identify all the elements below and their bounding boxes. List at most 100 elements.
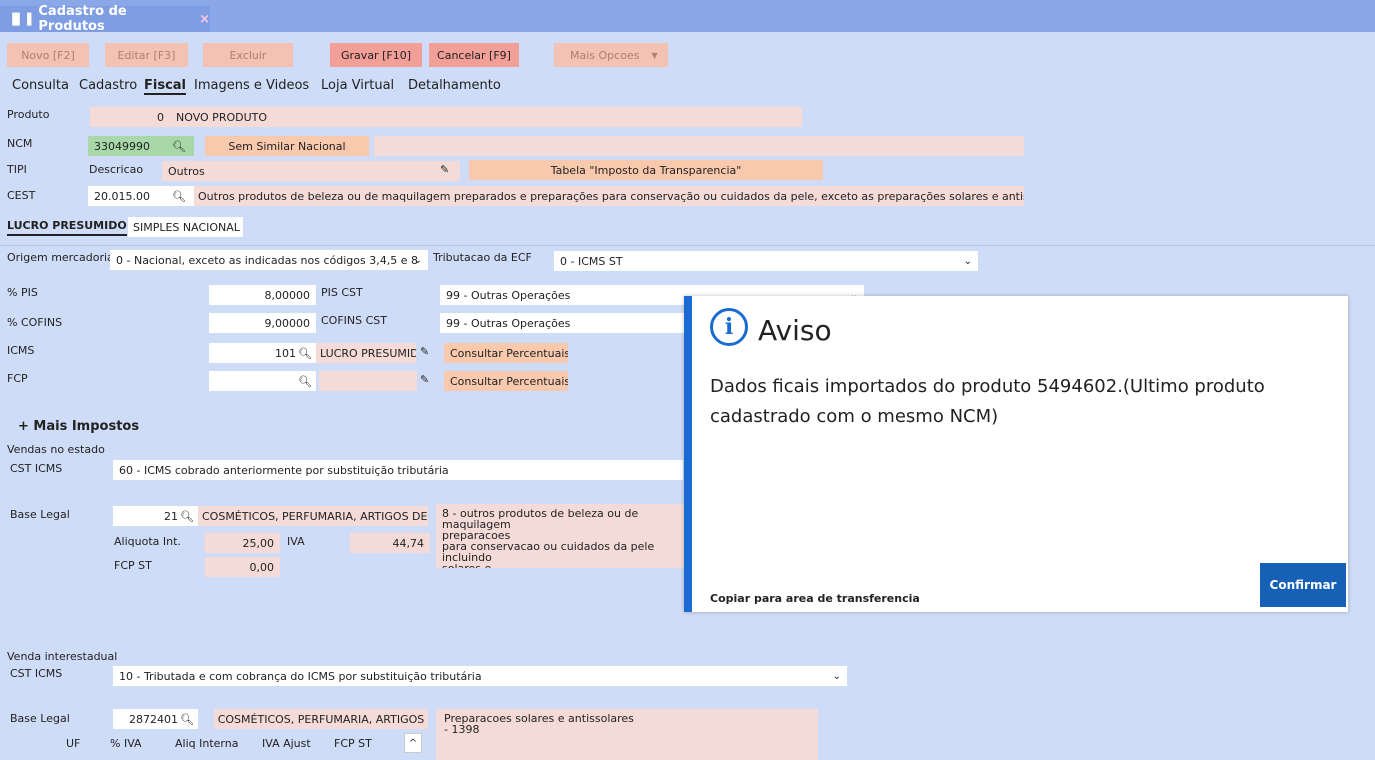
confirm-button[interactable]: Confirmar bbox=[1260, 563, 1346, 607]
search-icon[interactable]: 🔍︎ bbox=[298, 347, 312, 360]
iva-label: IVA bbox=[287, 535, 305, 548]
subtab-simples-nacional[interactable]: SIMPLES NACIONAL bbox=[128, 217, 243, 237]
chart-icon: ▐▌▐ bbox=[8, 12, 31, 26]
novo-button[interactable]: Novo [F2] bbox=[7, 43, 89, 67]
col-uf[interactable]: UF bbox=[66, 737, 80, 750]
excluir-button[interactable]: Excluir bbox=[203, 43, 293, 67]
aliq-field: 25,00 bbox=[205, 533, 280, 553]
chevron-down-icon: ⌄ bbox=[413, 254, 422, 266]
vendas-base-text: 8 - outros produtos de beleza ou de maqu… bbox=[436, 504, 684, 568]
pencil-icon[interactable]: ✎ bbox=[420, 345, 429, 358]
dialog-title: Aviso bbox=[758, 314, 832, 347]
mais-opcoes-button[interactable]: Mais Opcoes ▼ bbox=[554, 43, 668, 67]
chevron-down-icon: ⌄ bbox=[832, 670, 841, 682]
pis-label: % PIS bbox=[7, 286, 38, 299]
vendas-cst-select[interactable]: 60 - ICMS cobrado anteriormente por subs… bbox=[113, 460, 683, 480]
pis-cst-label: PIS CST bbox=[321, 286, 363, 299]
tab-imagens[interactable]: Imagens e Videos bbox=[194, 78, 309, 93]
info-icon: i bbox=[710, 308, 748, 346]
copy-link[interactable]: Copiar para area de transferencia bbox=[710, 592, 920, 605]
aliq-label: Aliquota Int. bbox=[114, 535, 181, 548]
venda-inter-heading: Venda interestadual bbox=[7, 650, 118, 663]
mais-opcoes-label: Mais Opcoes bbox=[570, 48, 640, 62]
tabela-imposto-button[interactable]: Tabela "Imposto da Transparencia" bbox=[469, 160, 823, 180]
chevron-down-icon: ▼ bbox=[651, 50, 658, 60]
origem-select[interactable]: 0 - Nacional, exceto as indicadas nos có… bbox=[110, 250, 428, 270]
cofins-label: % COFINS bbox=[7, 316, 63, 329]
ncm-extra-field[interactable] bbox=[374, 136, 1024, 156]
fcp-consultar-button[interactable]: Consultar Percentuais bbox=[444, 371, 568, 391]
cancelar-button[interactable]: Cancelar [F9] bbox=[429, 43, 519, 67]
dialog-message: Dados ficais importados do produto 54946… bbox=[710, 376, 1265, 427]
produto-label: Produto bbox=[7, 108, 50, 121]
tipi-desc-field[interactable]: Outros bbox=[162, 161, 460, 181]
cest-desc-field: Outros produtos de beleza ou de maquilag… bbox=[194, 186, 1024, 206]
editar-button[interactable]: Editar [F3] bbox=[105, 43, 188, 67]
ncm-input[interactable]: 33049990 🔍︎ bbox=[88, 136, 194, 156]
search-icon[interactable]: 🔍︎ bbox=[180, 510, 194, 523]
ncm-value: 33049990 bbox=[94, 139, 150, 153]
gravar-button[interactable]: Gravar [F10] bbox=[330, 43, 422, 67]
subtab-lucro-presumido[interactable]: LUCRO PRESUMIDO bbox=[7, 219, 127, 236]
mais-impostos-toggle[interactable]: + Mais Impostos bbox=[18, 419, 139, 434]
cest-input[interactable]: 20.015.00 🔍︎ bbox=[88, 186, 194, 206]
ncm-label: NCM bbox=[7, 137, 33, 150]
search-icon[interactable]: 🔍︎ bbox=[180, 713, 194, 726]
tab-consulta[interactable]: Consulta bbox=[12, 78, 69, 93]
tipi-desc-label: Descricao bbox=[89, 163, 144, 176]
col-aliq-interna[interactable]: Aliq Interna bbox=[175, 737, 238, 750]
vendas-base-input[interactable]: 21 🔍︎ bbox=[113, 506, 198, 526]
divider bbox=[0, 245, 1375, 246]
inter-base-desc: COSMÉTICOS, PERFUMARIA, ARTIGOS bbox=[214, 709, 428, 729]
fcp-label: FCP bbox=[7, 372, 28, 385]
vendas-estado-heading: Vendas no estado bbox=[7, 443, 105, 456]
cest-value: 20.015.00 bbox=[94, 189, 150, 203]
inter-cst-select[interactable]: 10 - Tributada e com cobrança do ICMS po… bbox=[113, 666, 847, 686]
col-iva[interactable]: % IVA bbox=[110, 737, 142, 750]
fcp-input[interactable]: 🔍︎ bbox=[209, 371, 316, 391]
cofins-cst-label: COFINS CST bbox=[321, 314, 387, 327]
search-icon[interactable]: 🔍︎ bbox=[172, 190, 186, 203]
pis-input[interactable]: 8,00000 bbox=[209, 285, 316, 305]
pis-cst-value: 99 - Outras Operações bbox=[446, 288, 571, 302]
window-title: Cadastro de Produtos bbox=[38, 4, 127, 34]
origem-value: 0 - Nacional, exceto as indicadas nos có… bbox=[116, 253, 418, 267]
cofins-input[interactable]: 9,00000 bbox=[209, 313, 316, 333]
tipi-label: TIPI bbox=[7, 163, 27, 176]
vendas-base-code: 21 bbox=[164, 509, 178, 523]
ecf-value: 0 - ICMS ST bbox=[560, 254, 623, 268]
fcpst-field: 0,00 bbox=[205, 557, 280, 577]
pencil-icon[interactable]: ✎ bbox=[420, 373, 429, 386]
inter-base-text: Preparacoes solares e antissolares - 139… bbox=[436, 709, 818, 760]
pencil-icon[interactable]: ✎ bbox=[440, 163, 449, 176]
close-icon[interactable]: × bbox=[199, 12, 210, 27]
icms-desc: LUCRO PRESUMIDO bbox=[316, 343, 416, 363]
inter-base-label: Base Legal bbox=[10, 712, 70, 725]
produto-name[interactable]: NOVO PRODUTO bbox=[170, 107, 802, 127]
scroll-up-button[interactable]: ^ bbox=[404, 733, 422, 753]
icms-consultar-button[interactable]: Consultar Percentuais bbox=[444, 343, 568, 363]
icms-input[interactable]: 101 🔍︎ bbox=[209, 343, 316, 363]
inter-cst-value: 10 - Tributada e com cobrança do ICMS po… bbox=[119, 669, 482, 683]
search-icon[interactable]: 🔍︎ bbox=[172, 140, 186, 153]
tab-fiscal[interactable]: Fiscal bbox=[144, 78, 187, 95]
produto-code: 0 bbox=[90, 107, 170, 127]
window-tab[interactable]: ▐▌▐ Cadastro de Produtos × bbox=[0, 4, 210, 34]
inter-base-input[interactable]: 2872401 🔍︎ bbox=[113, 709, 198, 729]
tab-cadastro[interactable]: Cadastro bbox=[79, 78, 137, 93]
inter-base-code: 2872401 bbox=[129, 712, 178, 726]
ecf-select[interactable]: 0 - ICMS ST ⌄ bbox=[554, 251, 978, 271]
ecf-label: Tributacao da ECF bbox=[433, 251, 532, 264]
fcp-desc bbox=[319, 371, 417, 391]
search-icon[interactable]: 🔍︎ bbox=[298, 375, 312, 388]
sem-similar-button[interactable]: Sem Similar Nacional bbox=[205, 136, 369, 156]
tab-loja-virtual[interactable]: Loja Virtual bbox=[321, 78, 394, 93]
col-fcp-st[interactable]: FCP ST bbox=[334, 737, 372, 750]
iva-field: 44,74 bbox=[350, 533, 430, 553]
col-iva-ajust[interactable]: IVA Ajust bbox=[262, 737, 311, 750]
fcpst-label: FCP ST bbox=[114, 559, 152, 572]
chevron-down-icon: ⌄ bbox=[963, 255, 972, 267]
tab-detalhamento[interactable]: Detalhamento bbox=[408, 78, 501, 93]
vendas-cst-label: CST ICMS bbox=[10, 462, 63, 475]
aviso-dialog: i Aviso Dados ficais importados do produ… bbox=[684, 296, 1348, 612]
